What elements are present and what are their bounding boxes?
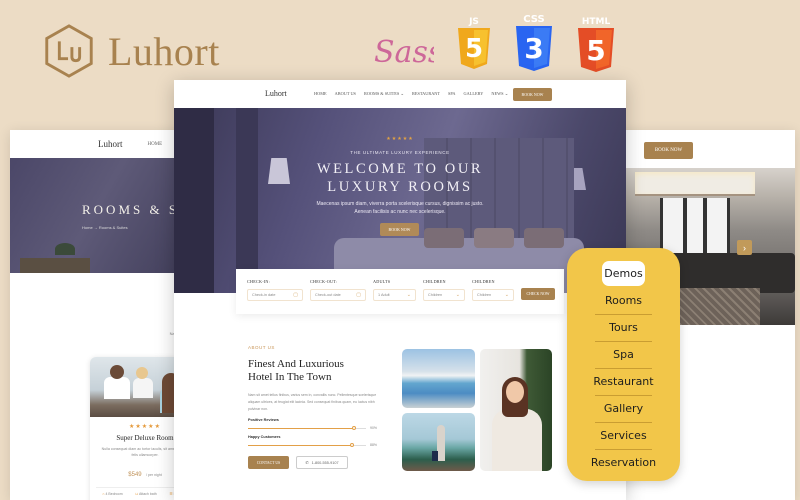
progress-value: 88% bbox=[370, 443, 378, 447]
left-nav-home[interactable]: HOME bbox=[148, 142, 163, 147]
nav-rooms[interactable]: ROOMS & SUITES ⌄ bbox=[364, 91, 404, 97]
nav-spa[interactable]: SPA bbox=[448, 91, 456, 97]
about-text: Nam sit amet tellus finibus, varius sem … bbox=[248, 393, 377, 411]
brand-logo: Luhort bbox=[40, 22, 220, 80]
nav-home[interactable]: HOME bbox=[314, 91, 327, 97]
check-out-input[interactable]: Check-out date ▢ bbox=[310, 289, 366, 301]
phone-icon: ✆ bbox=[305, 461, 309, 465]
progress-positive-reviews: Positive Reviews 90% bbox=[248, 418, 378, 430]
hero-book-now-button[interactable]: BOOK NOW bbox=[380, 223, 419, 236]
children-field: CHILDREN Children ⌄ bbox=[423, 279, 465, 314]
hexagon-monogram-icon bbox=[45, 24, 93, 78]
demos-item-gallery[interactable]: Gallery bbox=[567, 395, 680, 423]
hero-subtitle: THE ULTIMATE LUXURY EXPERIENCE bbox=[350, 150, 450, 155]
plant-decor bbox=[55, 243, 75, 255]
feature-bedroom: ⌂ 4 Bedroom bbox=[102, 492, 123, 496]
progress-value: 90% bbox=[370, 426, 378, 430]
check-now-button[interactable]: CHECK NOW bbox=[521, 288, 555, 300]
left-nav: Luhort HOME AB bbox=[10, 130, 200, 158]
demos-item-services[interactable]: Services bbox=[567, 422, 680, 450]
hero-description: Maecenas ipsum diam, viverra porta scele… bbox=[316, 201, 484, 215]
nav-logo[interactable]: Luhort bbox=[265, 89, 287, 98]
about-title: Finest And Luxurious Hotel In The Town bbox=[248, 358, 344, 383]
children-field-2: CHILDREN Children ⌄ bbox=[472, 279, 514, 314]
hero-title: WELCOME TO OUR LUXURY ROOMS bbox=[316, 161, 484, 195]
calendar-icon: ▢ bbox=[293, 292, 298, 298]
svg-text:3: 3 bbox=[524, 32, 543, 65]
adults-field: ADULTS 1 Adult ⌄ bbox=[373, 279, 416, 314]
left-nav-logo[interactable]: Luhort bbox=[98, 139, 123, 149]
hero-stars: ★★★★★ bbox=[386, 136, 414, 142]
wifi-icon: ☰ bbox=[169, 492, 173, 496]
table-decor bbox=[20, 258, 90, 273]
nav-restaurant[interactable]: RESTAURANT bbox=[412, 91, 440, 97]
booking-form: CHECK-IN: Check-in date ▢ CHECK-OUT: Chec… bbox=[236, 269, 564, 314]
demos-item-tours[interactable]: Tours bbox=[567, 314, 680, 342]
room-price-value: $549 bbox=[128, 472, 142, 478]
svg-text:5: 5 bbox=[465, 34, 483, 64]
gallery-pool-image bbox=[402, 349, 475, 408]
brand-name: Luhort bbox=[108, 28, 220, 74]
bed-icon: ⌂ bbox=[102, 492, 105, 496]
demos-item-reservation[interactable]: Reservation bbox=[567, 449, 680, 477]
nav-gallery[interactable]: GALLERY bbox=[464, 91, 484, 97]
chevron-down-icon: ⌄ bbox=[504, 292, 509, 298]
demos-item-spa[interactable]: Spa bbox=[567, 341, 680, 369]
children-select-2[interactable]: Children ⌄ bbox=[472, 289, 514, 301]
adults-select[interactable]: 1 Adult ⌄ bbox=[373, 289, 416, 301]
right-book-now-button[interactable]: BOOK NOW bbox=[644, 142, 693, 159]
check-out-field: CHECK-OUT: Check-out date ▢ bbox=[310, 279, 366, 314]
nav-about[interactable]: ABOUT US bbox=[335, 91, 356, 97]
room-price-unit: / per night bbox=[146, 473, 162, 477]
chevron-down-icon: ⌄ bbox=[406, 292, 411, 298]
rooms-page-preview: Luhort HOME AB ROOMS & SU Home → Rooms &… bbox=[10, 130, 200, 500]
progress-fill bbox=[248, 427, 355, 429]
html-shield-icon: HTML 5 bbox=[578, 17, 614, 72]
breadcrumb[interactable]: Home → Rooms & Suites bbox=[82, 225, 128, 230]
hero-banner: ★★★★★ THE ULTIMATE LUXURY EXPERIENCE WEL… bbox=[174, 108, 626, 293]
nav-news[interactable]: NEWS ⌄ bbox=[491, 91, 508, 97]
nav-links: HOME ABOUT US ROOMS & SUITES ⌄ RESTAURAN… bbox=[314, 91, 508, 97]
demos-item-rooms[interactable]: Rooms bbox=[567, 288, 680, 315]
gallery-balcony-image bbox=[402, 413, 475, 471]
progress-knob bbox=[349, 443, 354, 447]
svg-text:CSS: CSS bbox=[523, 14, 544, 25]
slider-next-button[interactable]: › bbox=[737, 240, 752, 255]
about-section: ABOUT US Finest And Luxurious Hotel In T… bbox=[248, 345, 378, 469]
demos-item-demos[interactable]: Demos bbox=[602, 261, 645, 286]
children-select[interactable]: Children ⌄ bbox=[423, 289, 465, 301]
chevron-down-icon: ⌄ bbox=[455, 292, 460, 298]
svg-text:HTML: HTML bbox=[582, 17, 611, 27]
tech-badges: Sass JS 5 CSS 3 HTML 5 bbox=[372, 10, 616, 72]
gallery-woman-image bbox=[480, 349, 552, 471]
svg-text:JS: JS bbox=[468, 17, 479, 27]
progress-fill bbox=[248, 444, 352, 446]
calendar-icon: ▢ bbox=[356, 292, 361, 298]
js-shield-icon: JS 5 bbox=[458, 17, 490, 69]
nav-book-now-button[interactable]: BOOK NOW bbox=[513, 88, 552, 101]
css-shield-icon: CSS 3 bbox=[516, 14, 552, 71]
rooms-hero: ROOMS & SU Home → Rooms & Suites bbox=[10, 158, 200, 273]
phone-button[interactable]: ✆ 1-800-555-9107 bbox=[296, 456, 348, 469]
check-in-field: CHECK-IN: Check-in date ▢ bbox=[247, 279, 303, 314]
about-tag: ABOUT US bbox=[248, 345, 275, 350]
svg-text:5: 5 bbox=[586, 34, 605, 67]
contact-us-button[interactable]: CONTACT US bbox=[248, 456, 289, 469]
sass-icon: Sass bbox=[374, 35, 434, 70]
svg-text:Sass: Sass bbox=[374, 35, 434, 70]
home-page-preview: Luhort HOME ABOUT US ROOMS & SUITES ⌄ RE… bbox=[174, 80, 626, 500]
progress-happy-customers: Happy Customers 88% bbox=[248, 435, 378, 447]
progress-knob bbox=[352, 426, 357, 430]
check-in-input[interactable]: Check-in date ▢ bbox=[247, 289, 303, 301]
demos-item-restaurant[interactable]: Restaurant bbox=[567, 368, 680, 396]
demos-menu: Demos Rooms Tours Spa Restaurant Gallery… bbox=[567, 248, 680, 481]
about-buttons: CONTACT US ✆ 1-800-555-9107 bbox=[248, 456, 378, 469]
bath-icon: ⊔ bbox=[135, 492, 139, 496]
feature-bath: ⊔ Attach bath bbox=[135, 492, 157, 496]
main-nav: Luhort HOME ABOUT US ROOMS & SUITES ⌄ RE… bbox=[174, 80, 626, 108]
